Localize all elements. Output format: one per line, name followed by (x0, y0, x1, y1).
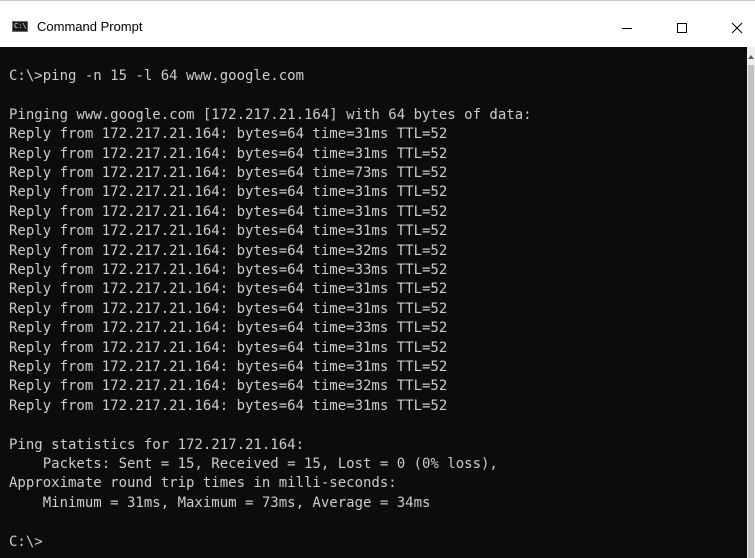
console-line: Reply from 172.217.21.164: bytes=64 time… (9, 262, 448, 278)
vertical-scrollbar[interactable] (747, 47, 755, 558)
console-line: Reply from 172.217.21.164: bytes=64 time… (9, 320, 448, 336)
minimize-icon (622, 28, 632, 29)
console-line: Reply from 172.217.21.164: bytes=64 time… (9, 281, 448, 297)
scroll-up-arrow-icon[interactable] (748, 55, 754, 59)
scrollbar-thumb[interactable] (748, 65, 754, 558)
console-line: Reply from 172.217.21.164: bytes=64 time… (9, 378, 448, 394)
maximize-icon (677, 23, 687, 33)
console-line: Reply from 172.217.21.164: bytes=64 time… (9, 126, 448, 142)
window-title: Command Prompt (37, 19, 143, 34)
console-line: Approximate round trip times in milli-se… (9, 475, 397, 491)
maximize-button[interactable] (659, 11, 705, 47)
console-line: Reply from 172.217.21.164: bytes=64 time… (9, 301, 448, 317)
console-line: Minimum = 31ms, Maximum = 73ms, Average … (9, 495, 431, 511)
console-line: Reply from 172.217.21.164: bytes=64 time… (9, 146, 448, 162)
console-line: Reply from 172.217.21.164: bytes=64 time… (9, 223, 448, 239)
command-prompt-icon[interactable]: C:\ (12, 21, 28, 32)
close-icon (731, 22, 743, 34)
console-line: Reply from 172.217.21.164: bytes=64 time… (9, 165, 448, 181)
console-line: Reply from 172.217.21.164: bytes=64 time… (9, 184, 448, 200)
console-line: Pinging www.google.com [172.217.21.164] … (9, 107, 532, 123)
console-line: Reply from 172.217.21.164: bytes=64 time… (9, 398, 448, 414)
close-button[interactable] (714, 11, 755, 47)
console-line: C:\> (9, 534, 43, 550)
console-line: Reply from 172.217.21.164: bytes=64 time… (9, 204, 448, 220)
console-output[interactable]: C:\>ping -n 15 -l 64 www.google.com Pingi… (0, 47, 747, 558)
command-prompt-icon-label: C:\ (14, 22, 27, 30)
console-line: Reply from 172.217.21.164: bytes=64 time… (9, 359, 448, 375)
console-line: Packets: Sent = 15, Received = 15, Lost … (9, 456, 498, 472)
command-prompt-window: C:\ Command Prompt C:\>ping -n 15 -l 64 … (0, 0, 755, 558)
console-line: Ping statistics for 172.217.21.164: (9, 437, 305, 453)
minimize-button[interactable] (604, 11, 650, 47)
console-line: C:\>ping -n 15 -l 64 www.google.com (9, 68, 305, 84)
console-line: Reply from 172.217.21.164: bytes=64 time… (9, 340, 448, 356)
title-bar[interactable]: C:\ Command Prompt (0, 0, 755, 47)
console-line: Reply from 172.217.21.164: bytes=64 time… (9, 243, 448, 259)
